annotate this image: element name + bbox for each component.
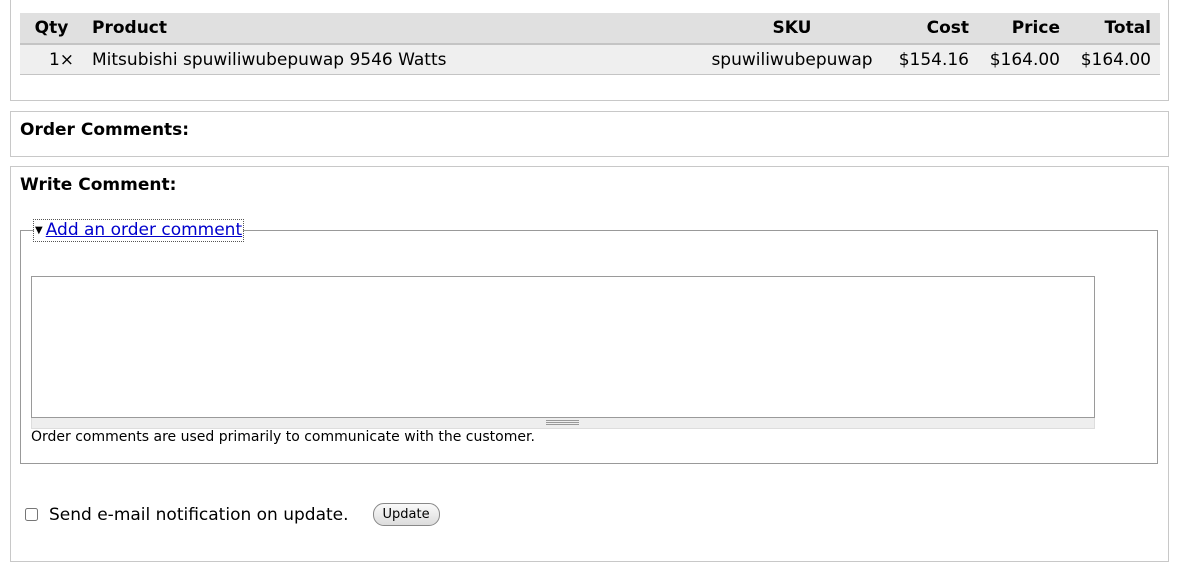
cell-total: $164.00 bbox=[1069, 44, 1160, 75]
notify-label[interactable]: Send e-mail notification on update. bbox=[49, 505, 349, 525]
notify-checkbox[interactable] bbox=[25, 508, 38, 521]
triangle-down-icon[interactable]: ▼ bbox=[35, 225, 43, 236]
add-comment-legend[interactable]: ▼ Add an order comment bbox=[32, 219, 245, 242]
order-comments-title: Order Comments: bbox=[20, 120, 190, 140]
cell-cost: $154.16 bbox=[887, 44, 978, 75]
table-header-row: Qty Product SKU Cost Price Total bbox=[20, 13, 1160, 45]
order-comments-panel: Order Comments: bbox=[10, 111, 1169, 157]
header-price: Price bbox=[978, 13, 1069, 45]
header-sku: SKU bbox=[697, 13, 887, 45]
header-cost: Cost bbox=[887, 13, 978, 45]
update-button[interactable]: Update bbox=[372, 503, 440, 526]
cell-product: Mitsubishi spuwiliwubepuwap 9546 Watts bbox=[83, 44, 697, 75]
header-total: Total bbox=[1069, 13, 1160, 45]
comment-textarea-wrapper bbox=[31, 276, 1095, 429]
cell-price: $164.00 bbox=[978, 44, 1069, 75]
table-row: 1× Mitsubishi spuwiliwubepuwap 9546 Watt… bbox=[20, 44, 1160, 75]
write-comment-title: Write Comment: bbox=[20, 175, 177, 195]
textarea-resize-handle[interactable] bbox=[31, 418, 1095, 429]
comment-help-text: Order comments are used primarily to com… bbox=[31, 429, 535, 445]
header-product: Product bbox=[83, 13, 697, 45]
add-comment-fieldset: ▼ Add an order comment Order comments are… bbox=[20, 219, 1158, 464]
cell-sku: spuwiliwubepuwap bbox=[697, 44, 887, 75]
products-panel: Qty Product SKU Cost Price Total 1× Mits… bbox=[10, 0, 1169, 101]
grippie-icon bbox=[546, 420, 579, 425]
add-comment-toggle-link[interactable]: Add an order comment bbox=[46, 220, 242, 240]
products-table: Qty Product SKU Cost Price Total 1× Mits… bbox=[20, 13, 1160, 75]
notify-row: Send e-mail notification on update. Upda… bbox=[25, 503, 440, 526]
cell-qty: 1× bbox=[20, 44, 83, 75]
comment-textarea[interactable] bbox=[31, 276, 1095, 418]
write-comment-panel: Write Comment: ▼ Add an order comment Ord… bbox=[10, 166, 1169, 562]
header-qty: Qty bbox=[20, 13, 83, 45]
